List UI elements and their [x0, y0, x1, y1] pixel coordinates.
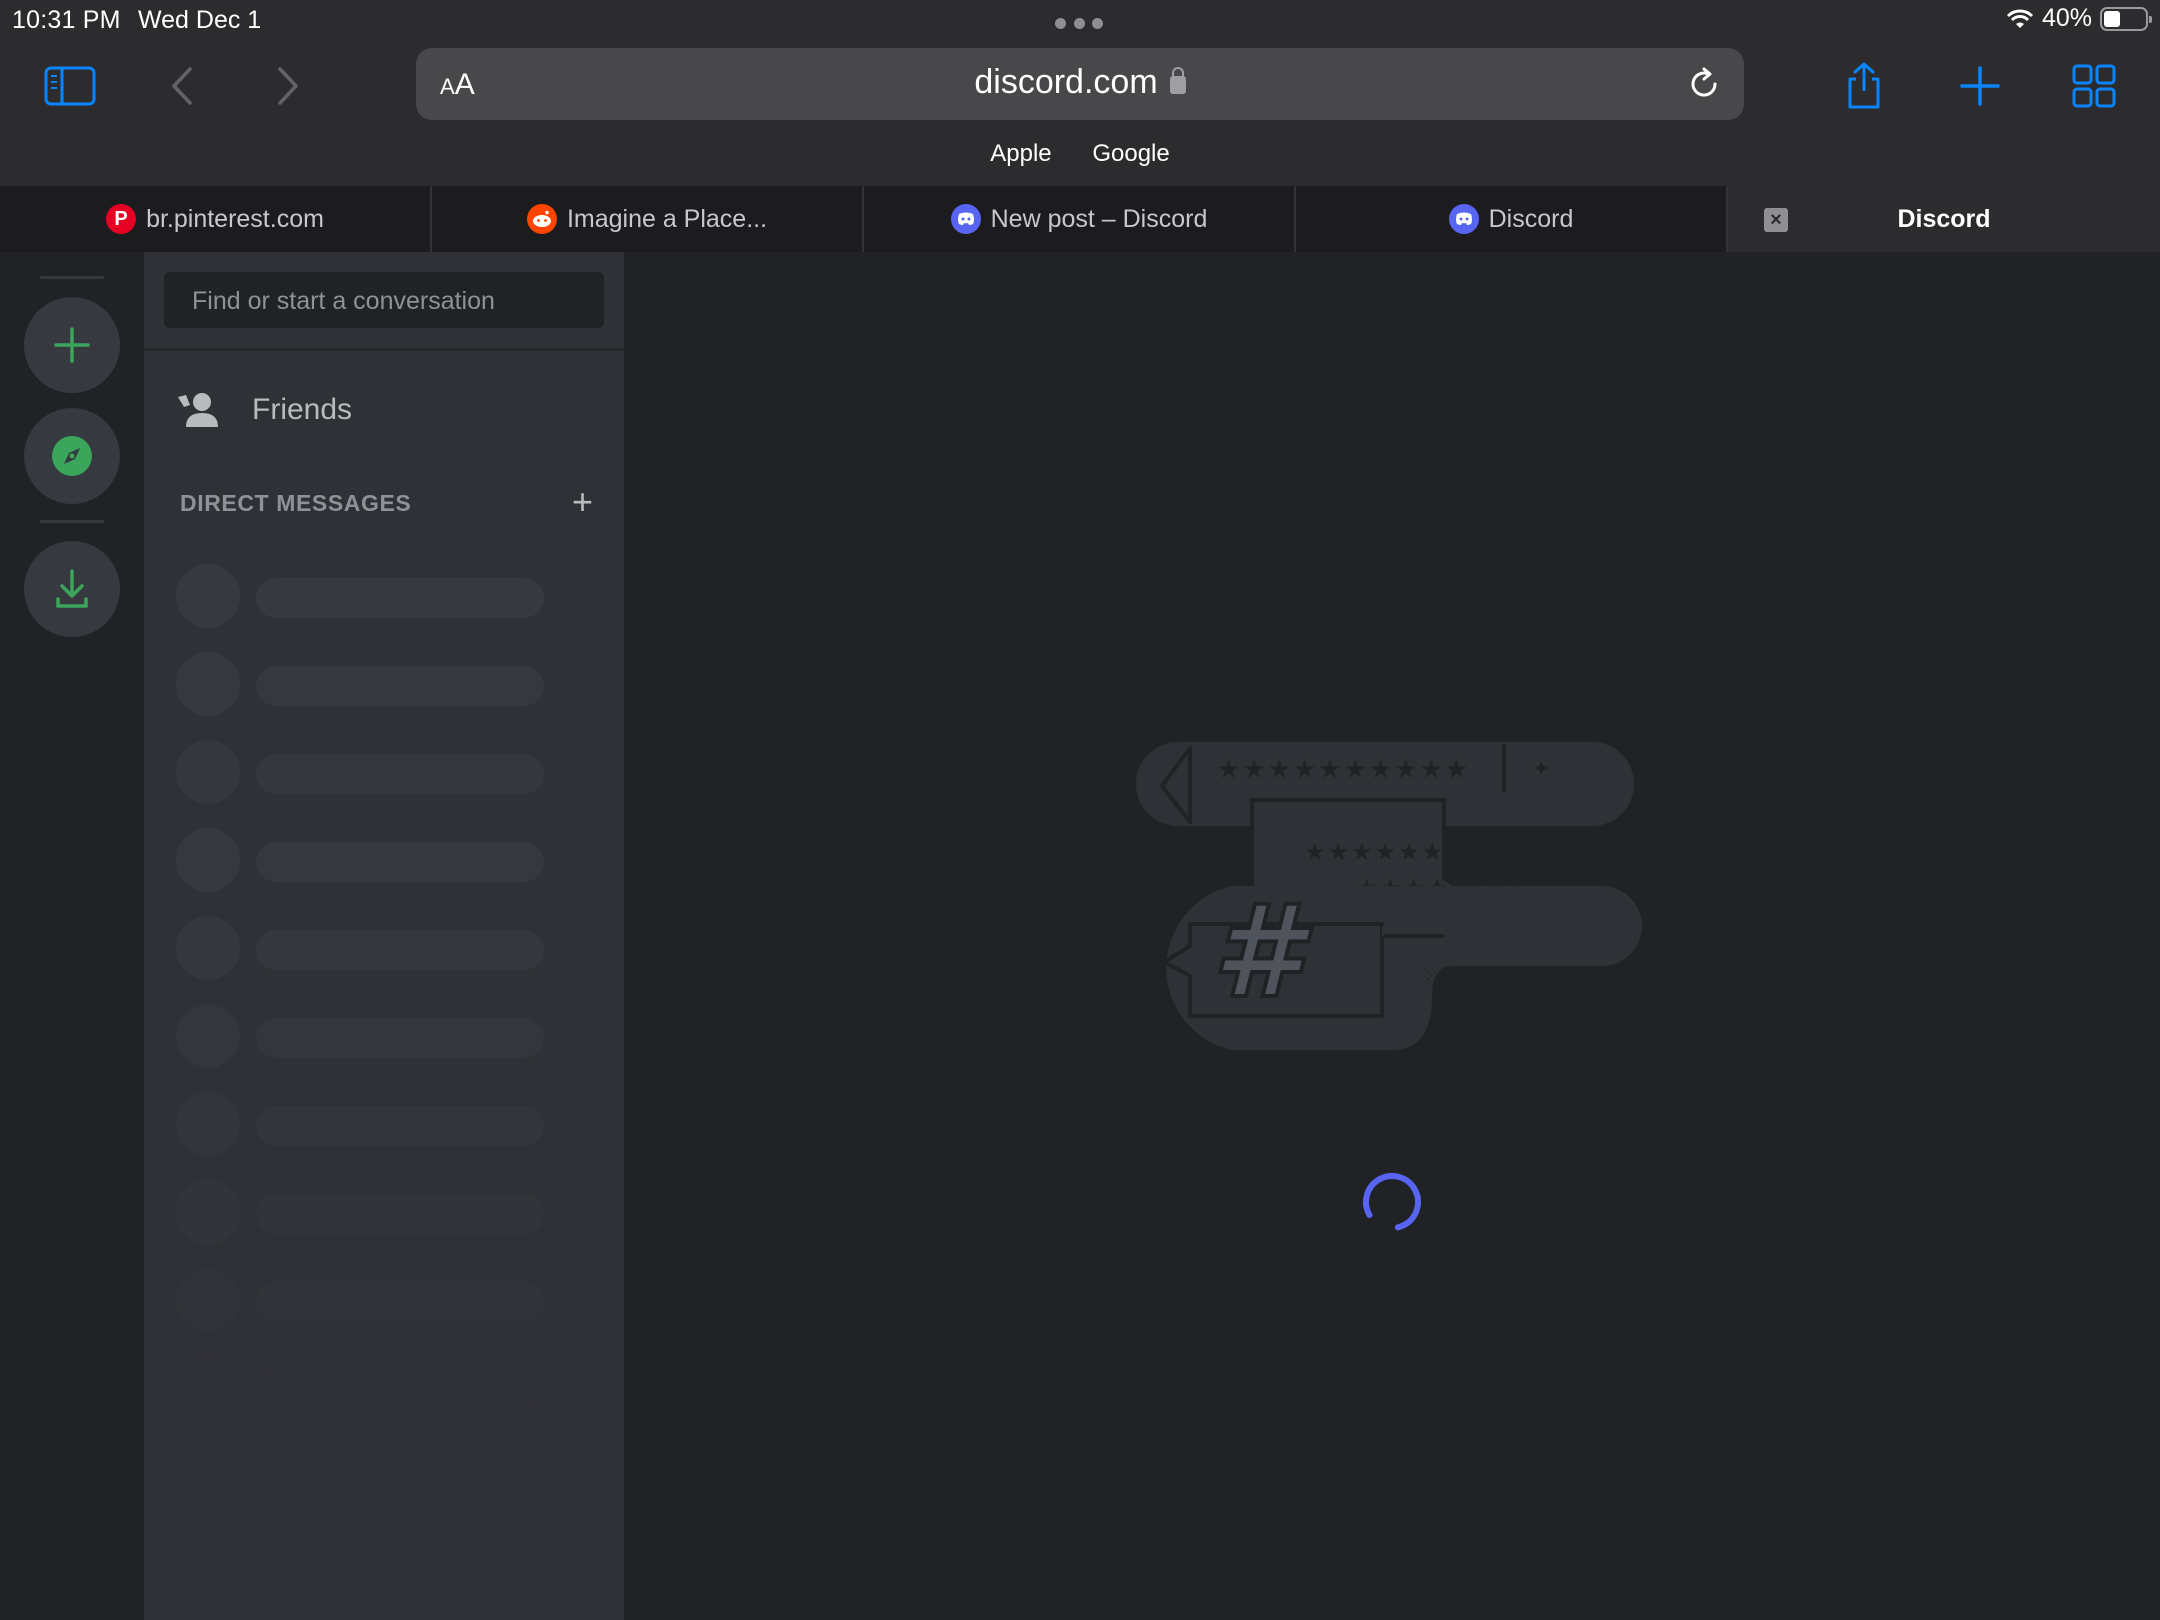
- tab-title: Imagine a Place...: [566, 204, 768, 233]
- reload-icon[interactable]: [1684, 64, 1724, 109]
- tab-discord-active[interactable]: × Discord: [1728, 186, 2160, 252]
- bookmark-apple[interactable]: Apple: [990, 140, 1051, 167]
- direct-messages-header: DIRECT MESSAGES: [180, 490, 412, 516]
- lock-icon: [1169, 67, 1186, 94]
- address-bar[interactable]: AA discord.com: [416, 48, 1744, 120]
- svg-text:#: #: [1212, 878, 1312, 1027]
- battery-icon: [2100, 6, 2152, 31]
- share-icon[interactable]: [1836, 58, 1892, 114]
- bookmark-google[interactable]: Google: [1092, 140, 1169, 167]
- pinterest-icon: P: [106, 204, 137, 234]
- close-tab-icon[interactable]: ×: [1764, 208, 1788, 232]
- empty-state-illustration: ★★★★★★★★★★ ✦ ★★★★★★★★★ ★★★★★★★ ⁙ #: [1136, 742, 1642, 1050]
- direct-messages-panel: Find or start a conversation Friends DIR…: [144, 252, 624, 1620]
- divider: [144, 348, 624, 351]
- friends-icon: [178, 393, 218, 427]
- wifi-icon: [2006, 9, 2034, 28]
- tab-pinterest[interactable]: P br.pinterest.com: [0, 186, 432, 252]
- main-content: ★★★★★★★★★★ ✦ ★★★★★★★★★ ★★★★★★★ ⁙ #: [624, 252, 2160, 1620]
- compass-icon: [52, 436, 92, 476]
- tab-discord[interactable]: Discord: [1296, 186, 1728, 252]
- friends-link[interactable]: Friends: [176, 382, 352, 438]
- favorites-bar: Apple Google: [0, 140, 2160, 168]
- chevron-right-icon[interactable]: [260, 58, 316, 114]
- download-icon: [56, 569, 88, 608]
- svg-text:★★★★★★★★★: ★★★★★★★★★: [1304, 838, 1516, 866]
- search-input[interactable]: Find or start a conversation: [164, 272, 604, 328]
- tab-title: Discord: [1897, 204, 1991, 233]
- battery-percent: 40%: [2041, 4, 2092, 32]
- url-text: discord.com: [974, 63, 1158, 101]
- friends-label: Friends: [252, 393, 353, 426]
- multitasking-dots-icon[interactable]: [1055, 18, 1103, 30]
- status-indicators: 40%: [2006, 4, 2152, 33]
- tab-new-post-discord[interactable]: New post – Discord: [864, 186, 1296, 252]
- sidebar-icon[interactable]: [42, 58, 98, 114]
- tab-title: br.pinterest.com: [146, 204, 324, 233]
- status-time: 10:31 PM: [12, 6, 121, 34]
- server-separator: [40, 520, 104, 523]
- discord-icon: [1448, 204, 1479, 234]
- reddit-icon: [526, 204, 557, 234]
- plus-icon[interactable]: [1952, 58, 2008, 114]
- browser-chrome: 10:31 PM Wed Dec 1 40% AA discord.com Ap…: [0, 0, 2160, 186]
- tab-strip: P br.pinterest.com Imagine a Place... Ne…: [0, 186, 2160, 252]
- svg-text:★★★★★★★★★★: ★★★★★★★★★★: [1217, 755, 1470, 785]
- tab-reddit[interactable]: Imagine a Place...: [432, 186, 864, 252]
- svg-text:⁙: ⁙: [1424, 966, 1439, 987]
- explore-servers-button[interactable]: [24, 408, 120, 504]
- server-separator: [40, 276, 104, 279]
- discord-icon: [950, 204, 981, 234]
- chevron-left-icon[interactable]: [154, 58, 210, 114]
- grid-icon[interactable]: [2066, 58, 2122, 114]
- create-dm-button[interactable]: +: [572, 484, 593, 520]
- svg-text:✦: ✦: [1532, 757, 1550, 782]
- loading-spinner-icon: [1363, 1173, 1421, 1231]
- tab-title: New post – Discord: [990, 204, 1208, 233]
- add-server-button[interactable]: [24, 297, 120, 393]
- tab-title: Discord: [1488, 204, 1574, 233]
- server-list: [0, 252, 144, 1620]
- add-server-icon: [54, 327, 90, 363]
- discord-app: Find or start a conversation Friends DIR…: [0, 252, 2160, 1620]
- download-apps-button[interactable]: [24, 541, 120, 637]
- status-date: Wed Dec 1: [138, 6, 262, 34]
